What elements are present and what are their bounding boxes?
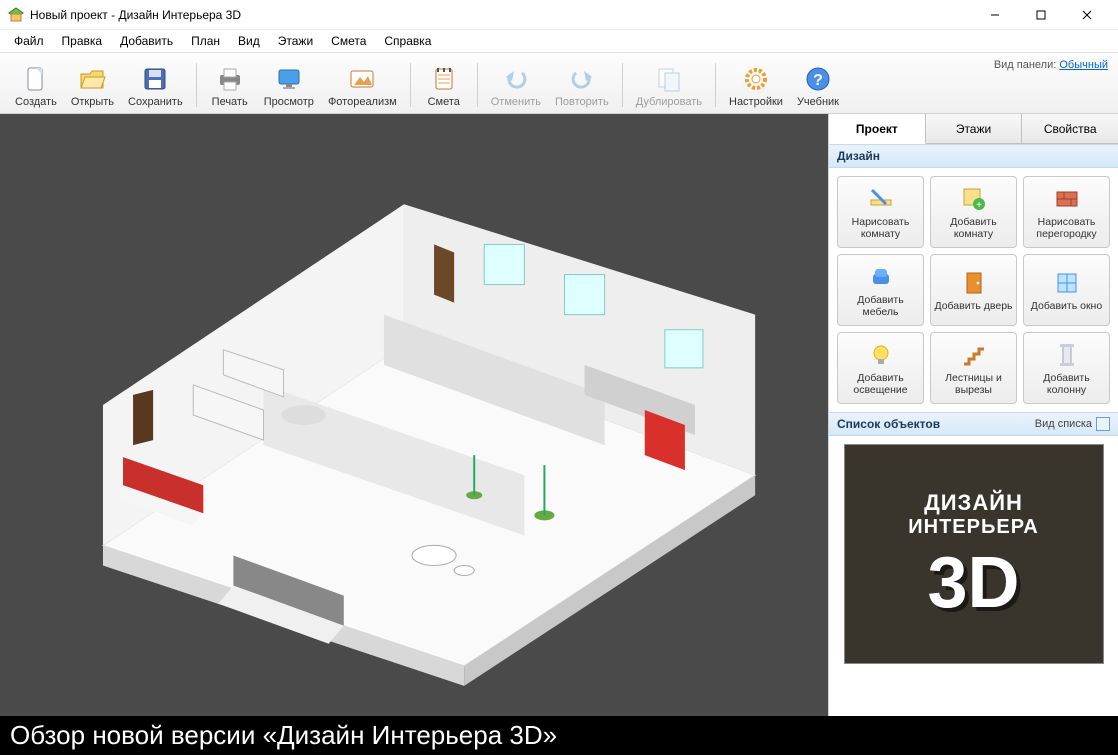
monitor-icon bbox=[273, 63, 305, 95]
draw-room-button[interactable]: Нарисовать комнату bbox=[837, 176, 924, 248]
help-icon: ? bbox=[802, 63, 834, 95]
notepad-icon bbox=[428, 63, 460, 95]
tab-properties[interactable]: Свойства bbox=[1022, 114, 1118, 143]
redo-button[interactable]: Повторить bbox=[548, 60, 616, 111]
video-caption: Обзор новой версии «Дизайн Интерьера 3D» bbox=[0, 716, 1118, 755]
room-plus-icon: + bbox=[959, 184, 989, 214]
menu-estimate[interactable]: Смета bbox=[323, 32, 374, 50]
printer-icon bbox=[214, 63, 246, 95]
menu-view[interactable]: Вид bbox=[230, 32, 268, 50]
panel-mode-link[interactable]: Обычный bbox=[1059, 59, 1108, 71]
floorplan-render bbox=[0, 114, 828, 716]
save-button[interactable]: Сохранить bbox=[121, 60, 190, 111]
toolbar-separator bbox=[410, 63, 411, 107]
add-column-button[interactable]: Добавить колонну bbox=[1023, 332, 1110, 404]
window-title: Новый проект - Дизайн Интерьера 3D bbox=[30, 8, 972, 22]
menu-add[interactable]: Добавить bbox=[112, 32, 181, 50]
viewport-3d[interactable] bbox=[0, 114, 828, 716]
toolbar-separator bbox=[715, 63, 716, 107]
menu-file[interactable]: Файл bbox=[6, 32, 52, 50]
add-lighting-button[interactable]: Добавить освещение bbox=[837, 332, 924, 404]
list-view-label: Вид списка bbox=[1035, 418, 1092, 430]
section-design-header: Дизайн bbox=[829, 144, 1118, 168]
armchair-icon bbox=[866, 262, 896, 292]
photorealism-button[interactable]: Фотореализм bbox=[321, 60, 404, 111]
window-icon bbox=[1052, 268, 1082, 298]
pencil-ruler-icon bbox=[866, 184, 896, 214]
column-icon bbox=[1052, 340, 1082, 370]
add-furniture-button[interactable]: Добавить мебель bbox=[837, 254, 924, 326]
menu-help[interactable]: Справка bbox=[376, 32, 439, 50]
folder-open-icon bbox=[76, 63, 108, 95]
add-room-button[interactable]: + Добавить комнату bbox=[930, 176, 1017, 248]
right-tabs: Проект Этажи Свойства bbox=[829, 114, 1118, 144]
print-button[interactable]: Печать bbox=[203, 60, 257, 111]
menu-edit[interactable]: Правка bbox=[54, 32, 111, 50]
door-icon bbox=[959, 268, 989, 298]
menu-plan[interactable]: План bbox=[183, 32, 228, 50]
estimate-button[interactable]: Смета bbox=[417, 60, 471, 111]
brick-wall-icon bbox=[1052, 184, 1082, 214]
render-icon bbox=[346, 63, 378, 95]
undo-icon bbox=[500, 63, 532, 95]
close-button[interactable] bbox=[1064, 0, 1110, 30]
design-tools: Нарисовать комнату + Добавить комнату На… bbox=[829, 168, 1118, 412]
window-controls bbox=[972, 0, 1110, 30]
new-file-icon bbox=[20, 63, 52, 95]
panel-mode: Вид панели: Обычный bbox=[994, 59, 1108, 71]
open-button[interactable]: Открыть bbox=[64, 60, 121, 111]
maximize-button[interactable] bbox=[1018, 0, 1064, 30]
lightbulb-icon bbox=[866, 340, 896, 370]
gear-icon bbox=[740, 63, 772, 95]
menu-floors[interactable]: Этажи bbox=[270, 32, 321, 50]
list-view-icon[interactable] bbox=[1096, 417, 1110, 431]
section-objects-header: Список объектов Вид списка bbox=[829, 412, 1118, 436]
undo-button[interactable]: Отменить bbox=[484, 60, 548, 111]
main-area: Проект Этажи Свойства Дизайн Нарисовать … bbox=[0, 114, 1118, 716]
toolbar-separator bbox=[196, 63, 197, 107]
toolbar-separator bbox=[477, 63, 478, 107]
svg-text:?: ? bbox=[813, 72, 823, 89]
duplicate-icon bbox=[653, 63, 685, 95]
add-window-button[interactable]: Добавить окно bbox=[1023, 254, 1110, 326]
create-button[interactable]: Создать bbox=[8, 60, 64, 111]
object-list: ДИЗАЙН ИНТЕРЬЕРА 3D bbox=[829, 436, 1118, 716]
preview-button[interactable]: Просмотр bbox=[257, 60, 321, 111]
toolbar: Создать Открыть Сохранить Печать Просмот… bbox=[0, 52, 1118, 114]
draw-partition-button[interactable]: Нарисовать перегородку bbox=[1023, 176, 1110, 248]
titlebar: Новый проект - Дизайн Интерьера 3D bbox=[0, 0, 1118, 30]
menubar: Файл Правка Добавить План Вид Этажи Смет… bbox=[0, 30, 1118, 52]
tab-project[interactable]: Проект bbox=[829, 114, 926, 144]
settings-button[interactable]: Настройки bbox=[722, 60, 790, 111]
promo-panel: ДИЗАЙН ИНТЕРЬЕРА 3D bbox=[844, 444, 1104, 664]
tab-floors[interactable]: Этажи bbox=[926, 114, 1023, 143]
duplicate-button[interactable]: Дублировать bbox=[629, 60, 709, 111]
floppy-icon bbox=[139, 63, 171, 95]
minimize-button[interactable] bbox=[972, 0, 1018, 30]
toolbar-separator bbox=[622, 63, 623, 107]
svg-text:+: + bbox=[976, 200, 982, 211]
right-panel: Проект Этажи Свойства Дизайн Нарисовать … bbox=[828, 114, 1118, 716]
stairs-button[interactable]: Лестницы и вырезы bbox=[930, 332, 1017, 404]
stairs-icon bbox=[959, 340, 989, 370]
manual-button[interactable]: ? Учебник bbox=[790, 60, 846, 111]
app-icon bbox=[8, 7, 24, 23]
add-door-button[interactable]: Добавить дверь bbox=[930, 254, 1017, 326]
redo-icon bbox=[566, 63, 598, 95]
